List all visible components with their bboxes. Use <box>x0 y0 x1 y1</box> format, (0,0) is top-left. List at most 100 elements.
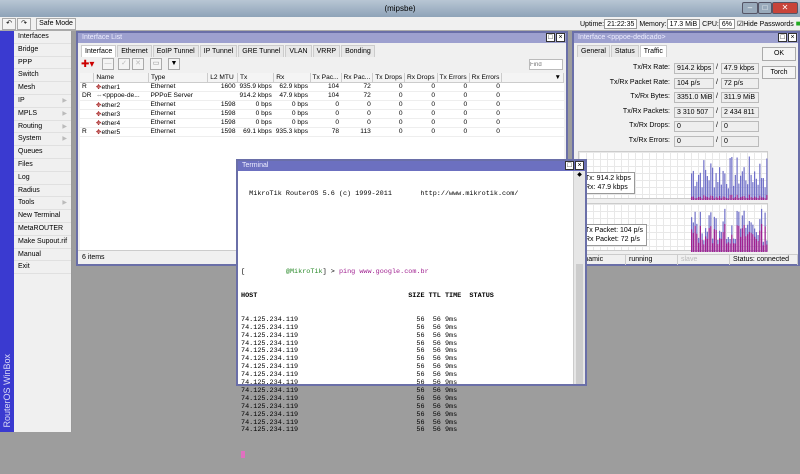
table-row[interactable]: DR ⇔<pppoe-de... PPPoE Server 914.2 kbps 47… <box>80 91 564 101</box>
find-input[interactable] <box>529 59 563 70</box>
torch-button[interactable]: Torch <box>762 66 796 79</box>
column-header[interactable]: Tx Errors <box>437 73 470 83</box>
column-header[interactable]: Tx <box>237 73 275 83</box>
sidebar-item-radius[interactable]: Radius <box>14 185 71 198</box>
rx-bar <box>750 232 752 252</box>
sidebar-item-mpls[interactable]: MPLS ▶ <box>14 108 71 121</box>
column-header[interactable]: Rx Pac... <box>341 73 374 83</box>
memory-value: 17.3 MiB <box>666 19 701 29</box>
sidebar-item-bridge[interactable]: Bridge <box>14 44 71 57</box>
rx-bar <box>738 225 740 252</box>
minimize-button[interactable]: – <box>742 2 758 14</box>
scrollbar[interactable]: ◆ <box>573 171 585 384</box>
cell <box>80 118 94 128</box>
cell <box>501 118 564 128</box>
table-row[interactable]: ✥ether4 Ethernet 1598 0 bps 0 bps 0 0 0 0 0 0 <box>80 118 564 128</box>
sidebar-item-log[interactable]: Log <box>14 172 71 185</box>
sidebar-item-mesh[interactable]: Mesh <box>14 82 71 95</box>
tx-bar <box>698 174 700 200</box>
add-icon[interactable]: ✚▾ <box>81 59 94 70</box>
remove-icon[interactable]: — <box>102 58 114 70</box>
cell: 47.9 kbps <box>273 91 311 101</box>
column-header[interactable]: Rx Drops <box>404 73 438 83</box>
tab-traffic[interactable]: Traffic <box>639 45 667 57</box>
tab-general[interactable]: General <box>577 45 610 57</box>
maximize-icon[interactable]: □ <box>565 161 574 170</box>
ok-button[interactable]: OK <box>762 47 796 61</box>
cell: ✥ether4 <box>93 118 149 128</box>
column-menu-icon[interactable]: ▼ <box>501 73 564 83</box>
sidebar-item-tools[interactable]: Tools ▶ <box>14 197 71 211</box>
sidebar-item-label: Interfaces <box>18 33 49 40</box>
column-header[interactable]: Tx Drops <box>372 73 406 83</box>
comment-icon[interactable]: ▭ <box>150 58 162 70</box>
tab-bonding[interactable]: Bonding <box>341 45 375 57</box>
tab-interface[interactable]: Interface <box>81 45 117 57</box>
sidebar-item-manual[interactable]: Manual <box>14 249 71 262</box>
sidebar-item-interfaces[interactable]: Interfaces <box>14 31 71 44</box>
scroll-up-icon[interactable]: ◆ <box>574 171 585 178</box>
close-icon[interactable]: × <box>556 33 565 42</box>
sidebar-item-exit[interactable]: Exit <box>14 261 71 275</box>
table-row[interactable]: ✥ether2 Ethernet 1598 0 bps 0 bps 0 0 0 0 0 0 <box>80 100 564 110</box>
sidebar-item-ppp[interactable]: PPP <box>14 57 71 70</box>
sidebar-item-metarouter[interactable]: MetaROUTER <box>14 223 71 236</box>
disable-icon[interactable]: ✕ <box>132 58 144 70</box>
tab-eoip-tunnel[interactable]: EoIP Tunnel <box>152 45 199 57</box>
close-icon[interactable]: × <box>788 33 797 42</box>
rx-bar <box>743 196 745 200</box>
close-icon[interactable]: × <box>575 161 584 170</box>
sidebar-item-files[interactable]: Files <box>14 159 71 172</box>
tx-bar <box>764 187 766 200</box>
rx-bar <box>764 226 766 252</box>
sidebar-item-make-supout-rif[interactable]: Make Supout.rif <box>14 236 71 249</box>
sidebar-item-label: Routing <box>18 122 43 130</box>
column-header[interactable]: L2 MTU <box>207 73 238 83</box>
tx-bar <box>717 182 719 200</box>
redo-icon[interactable]: ↷ <box>17 18 31 30</box>
sidebar-item-routing[interactable]: Routing ▶ <box>14 121 71 134</box>
maximize-button[interactable]: □ <box>758 2 772 14</box>
rx-bar <box>759 230 761 252</box>
column-header[interactable]: Rx <box>273 73 311 83</box>
sidebar-item-system[interactable]: System ▶ <box>14 133 71 147</box>
tab-vlan[interactable]: VLAN <box>285 45 312 57</box>
tab-vrrp[interactable]: VRRP <box>312 45 341 57</box>
sidebar-item-new-terminal[interactable]: New Terminal <box>14 210 71 223</box>
filter-icon[interactable]: ▼ <box>168 58 180 70</box>
enable-icon[interactable]: ✓ <box>118 58 130 70</box>
column-header[interactable]: Rx Errors <box>469 73 503 83</box>
column-header[interactable]: Name <box>93 73 149 83</box>
undo-icon[interactable]: ↶ <box>2 18 16 30</box>
table-row[interactable]: ✥ether3 Ethernet 1598 0 bps 0 bps 0 0 0 0 0 0 <box>80 109 564 119</box>
maximize-icon[interactable]: □ <box>778 33 787 42</box>
sidebar-item-queues[interactable]: Queues <box>14 146 71 159</box>
sidebar-item-ip[interactable]: IP ▶ <box>14 95 71 108</box>
cell: Ethernet <box>148 118 208 128</box>
cpu-label: CPU: <box>702 21 719 28</box>
cell: 0 <box>437 127 470 137</box>
cpu-value: 6% <box>718 19 735 29</box>
column-header[interactable]: Tx Pac... <box>310 73 342 83</box>
table-row[interactable]: R ✥ether5 Ethernet 1598 69.1 kbps 935.3 kbps 7… <box>80 127 564 137</box>
safe-mode-button[interactable]: Safe Mode <box>36 18 76 30</box>
cell-value: 1598 <box>220 110 236 117</box>
column-header[interactable] <box>80 73 95 83</box>
tab-ethernet[interactable]: Ethernet <box>117 45 152 57</box>
rx-bar <box>698 242 700 252</box>
tab-status[interactable]: Status <box>610 45 639 57</box>
rx-bar <box>703 195 705 200</box>
tx-bar <box>745 180 747 200</box>
tab-ip-tunnel[interactable]: IP Tunnel <box>199 45 238 57</box>
table-row[interactable]: R ✥ether1 Ethernet 1600 935.9 kbps 62.9 kbps 1… <box>80 82 564 92</box>
maximize-icon[interactable]: □ <box>546 33 555 42</box>
cell: 0 <box>372 82 405 92</box>
tx-bar <box>706 176 708 200</box>
close-button[interactable]: ✕ <box>772 2 798 14</box>
scroll-thumb[interactable] <box>576 264 583 384</box>
cell-value: DR <box>82 92 92 99</box>
terminal-output[interactable]: MikroTik RouterOS 5.6 (c) 1999-2011 http… <box>241 175 518 474</box>
tab-gre-tunnel[interactable]: GRE Tunnel <box>238 45 285 57</box>
column-header[interactable]: Type <box>148 73 209 83</box>
sidebar-item-switch[interactable]: Switch <box>14 69 71 83</box>
